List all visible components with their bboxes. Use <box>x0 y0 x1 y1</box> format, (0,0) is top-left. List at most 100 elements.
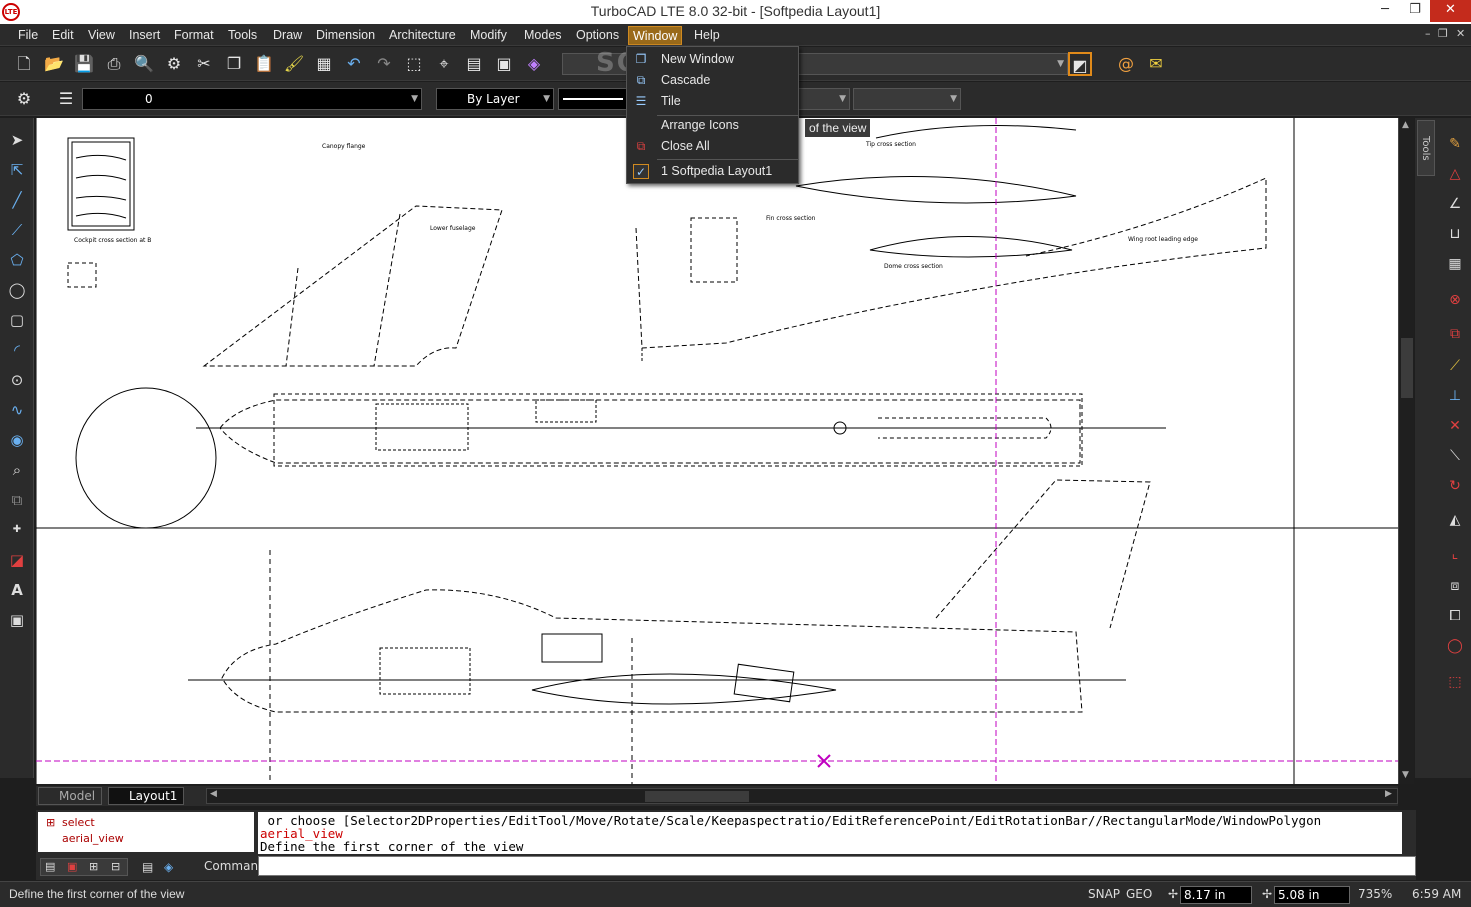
settings-gear-icon[interactable]: ⚙ <box>162 52 186 76</box>
scroll-up-icon[interactable]: ▲ <box>1402 120 1409 130</box>
mode-stop-icon[interactable]: ▣ <box>67 860 77 873</box>
format-painter-icon[interactable]: 🖌 <box>282 52 306 76</box>
mode-add-icon[interactable]: ⊞ <box>89 860 98 873</box>
zoom-icon[interactable]: ⌕ <box>5 458 29 482</box>
menu-edit[interactable]: Edit <box>48 26 78 45</box>
y-coordinate-field[interactable]: 5.08 in <box>1274 886 1350 904</box>
chamfer-icon[interactable]: ◯ <box>1443 634 1467 658</box>
tree-item-aerial-view[interactable]: aerial_view <box>62 832 124 845</box>
drawing-canvas[interactable]: Cockpit cross section at B Canopy flange… <box>36 118 1398 784</box>
undo-icon[interactable]: ↶ <box>342 52 366 76</box>
fillet-icon[interactable]: ⌞ <box>1443 542 1467 566</box>
menu-insert[interactable]: Insert <box>125 26 164 45</box>
linestyle-select[interactable] <box>558 88 628 110</box>
intersect-icon[interactable]: ⊗ <box>1443 288 1467 312</box>
trim-icon[interactable]: ⟋ <box>1443 354 1467 378</box>
copy-object-icon[interactable]: ⧉ <box>1443 322 1467 346</box>
tab-layout1[interactable]: Layout1 <box>108 787 185 805</box>
mail-envelope-icon[interactable]: ✉ <box>1144 52 1168 76</box>
select-window-icon[interactable]: ⬚ <box>402 52 426 76</box>
print-preview-icon[interactable]: 🔍 <box>132 52 156 76</box>
extend-icon[interactable]: ⊥ <box>1443 384 1467 408</box>
save-icon[interactable]: 💾 <box>72 52 96 76</box>
horizontal-scrollbar[interactable]: ◀ ▶ <box>206 788 1398 804</box>
pencil-icon[interactable]: ✎ <box>1443 132 1467 156</box>
curve-icon[interactable]: ∿ <box>5 398 29 422</box>
mode-remove-icon[interactable]: ⊟ <box>111 860 120 873</box>
offset-icon[interactable]: ⧠ <box>1443 604 1467 628</box>
group-icon[interactable]: ⧉ <box>5 488 29 512</box>
x-coordinate-field[interactable]: 8.17 in <box>1180 886 1252 904</box>
menu-modify[interactable]: Modify <box>466 26 511 45</box>
render-icon[interactable]: ◩ <box>1068 52 1092 76</box>
menu-format[interactable]: Format <box>170 26 218 45</box>
bracket-icon[interactable]: ⊔ <box>1443 222 1467 246</box>
open-folder-icon[interactable]: 📂 <box>42 52 66 76</box>
scroll-left-icon[interactable]: ◀ <box>210 789 217 799</box>
menu-view[interactable]: View <box>84 26 119 45</box>
snap-icon[interactable]: ⌖ <box>432 52 456 76</box>
gear-icon[interactable]: ⚙ <box>12 87 36 111</box>
restore-button[interactable]: ❐ <box>1400 0 1430 22</box>
menu-window[interactable]: Window <box>628 26 683 45</box>
eye-icon[interactable]: ◉ <box>5 428 29 452</box>
redo-icon[interactable]: ↷ <box>372 52 396 76</box>
menu-item-arrange-icons[interactable]: Arrange Icons <box>627 115 798 136</box>
copy-icon[interactable]: ❐ <box>222 52 246 76</box>
mdi-minimize-button[interactable]: – <box>1425 27 1431 40</box>
menu-item-tile[interactable]: ☰ Tile <box>627 91 798 112</box>
insert-image-icon[interactable]: ▣ <box>5 608 29 632</box>
zoom-level[interactable]: 735% <box>1358 887 1392 904</box>
command-options-icon[interactable]: ▤ <box>142 860 153 874</box>
snap-toggle[interactable]: SNAP <box>1088 887 1120 904</box>
mdi-close-button[interactable]: ✕ <box>1456 27 1465 40</box>
menu-tools[interactable]: Tools <box>224 26 261 45</box>
menu-file[interactable]: File <box>14 26 42 45</box>
color-select[interactable]: By Layer ▼ <box>436 88 554 110</box>
geo-toggle[interactable]: GEO <box>1126 887 1152 904</box>
mdi-restore-button[interactable]: ❐ <box>1438 27 1448 40</box>
vertical-scroll-thumb[interactable] <box>1401 338 1413 398</box>
mode-list-icon[interactable]: ▤ <box>45 860 55 873</box>
menu-architecture[interactable]: Architecture <box>385 26 460 45</box>
command-snap-icon[interactable]: ◈ <box>164 860 173 874</box>
layer-select[interactable]: 0 ▼ <box>82 88 422 110</box>
ellipse-icon[interactable]: ⊙ <box>5 368 29 392</box>
rotate-icon[interactable]: ↻ <box>1443 474 1467 498</box>
menu-dimension[interactable]: Dimension <box>312 26 379 45</box>
tree-expand-icon[interactable]: ⊞ <box>46 816 55 829</box>
calculator-icon[interactable]: ▣ <box>492 52 516 76</box>
email-at-icon[interactable]: @ <box>1114 52 1138 76</box>
layers-icon[interactable]: ☰ <box>54 87 78 111</box>
angle-icon[interactable]: ∠ <box>1443 192 1467 216</box>
edit-tool-icon[interactable]: ⇱ <box>5 158 29 182</box>
minimize-button[interactable]: ─ <box>1370 0 1400 22</box>
select-arrow-icon[interactable]: ➤ <box>5 128 29 152</box>
library-icon[interactable]: ◈ <box>522 52 546 76</box>
print-icon[interactable]: ⎙ <box>102 52 126 76</box>
line-icon[interactable]: ╱ <box>5 188 29 212</box>
horizontal-scroll-thumb[interactable] <box>645 791 749 802</box>
paste-icon[interactable]: 📋 <box>252 52 276 76</box>
array-icon[interactable]: ⧈ <box>1443 574 1467 598</box>
split-icon[interactable]: ✕ <box>1443 414 1467 438</box>
command-input[interactable] <box>258 856 1416 876</box>
close-button[interactable]: ✕ <box>1430 0 1471 22</box>
vertical-scrollbar[interactable]: ▲ ▼ <box>1398 118 1414 784</box>
tree-item-select[interactable]: select <box>62 816 95 829</box>
text-icon[interactable]: A <box>5 578 29 602</box>
scroll-right-icon[interactable]: ▶ <box>1385 789 1392 799</box>
mirror-icon[interactable]: ◭ <box>1443 508 1467 532</box>
grid-layout-icon[interactable]: ▦ <box>1443 252 1467 276</box>
cut-icon[interactable]: ✂ <box>192 52 216 76</box>
rectangle-icon[interactable]: ▢ <box>5 308 29 332</box>
menu-item-new-window[interactable]: ❐ New Window <box>627 49 798 70</box>
menu-draw[interactable]: Draw <box>269 26 306 45</box>
menu-options[interactable]: Options <box>572 26 623 45</box>
stretch-icon[interactable]: ⟍ <box>1443 444 1467 468</box>
tab-model[interactable]: Model <box>38 787 103 805</box>
scroll-down-icon[interactable]: ▼ <box>1402 770 1409 780</box>
point-icon[interactable]: ✚ <box>5 518 29 542</box>
tools-panel-tab[interactable]: Tools <box>1417 120 1435 176</box>
hatch-icon[interactable]: ◪ <box>5 548 29 572</box>
